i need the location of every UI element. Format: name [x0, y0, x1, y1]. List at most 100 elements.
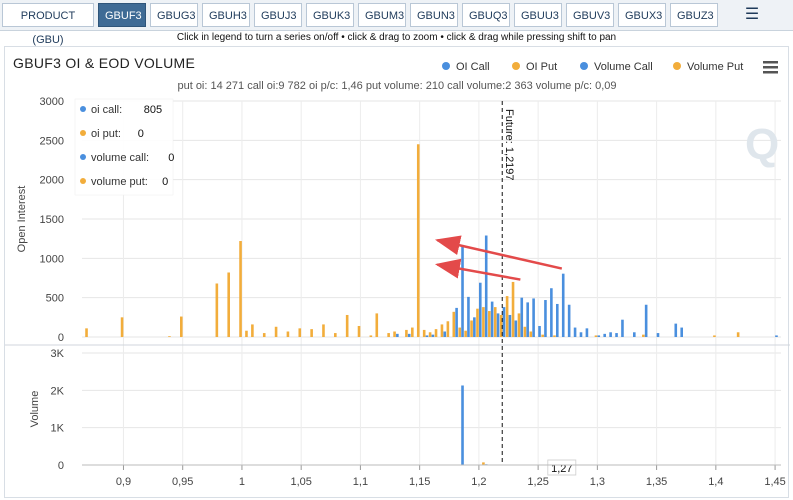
- tab-gbum3[interactable]: GBUM3: [358, 3, 406, 27]
- oi-put-bar[interactable]: [251, 324, 254, 337]
- oi-put-bar[interactable]: [458, 327, 462, 337]
- oi-put-bar[interactable]: [411, 327, 414, 337]
- oi-put-bar[interactable]: [405, 329, 408, 337]
- oi-put-bar[interactable]: [517, 313, 521, 337]
- oi-put-bar[interactable]: [227, 272, 230, 337]
- oi-put-bar[interactable]: [713, 335, 716, 337]
- oi-put-bar[interactable]: [642, 334, 645, 337]
- oi-put-bar[interactable]: [511, 281, 515, 337]
- oi-call-bar[interactable]: [555, 303, 559, 337]
- tab-product-gbu[interactable]: PRODUCT (GBU): [2, 3, 94, 46]
- oi-call-bar[interactable]: [544, 300, 547, 337]
- oi-call-bar[interactable]: [633, 332, 636, 337]
- legend-item-volume-put[interactable]: Volume Put: [687, 61, 743, 73]
- oi-call-bar[interactable]: [538, 325, 541, 337]
- oi-put-bar[interactable]: [505, 296, 509, 337]
- legend-item-volume-call[interactable]: Volume Call: [594, 61, 653, 73]
- oi-put-bar[interactable]: [375, 313, 379, 337]
- tab-gbux3[interactable]: GBUX3: [618, 3, 666, 27]
- oi-put-bar[interactable]: [464, 330, 467, 337]
- oi-put-bar[interactable]: [446, 321, 450, 337]
- oi-call-bar[interactable]: [644, 304, 648, 337]
- oi-call-bar[interactable]: [615, 333, 618, 337]
- legend-marker-0[interactable]: [442, 62, 450, 70]
- legend-marker-3[interactable]: [673, 62, 681, 70]
- oi-put-bar[interactable]: [416, 144, 420, 337]
- export-menu-icon[interactable]: [763, 71, 778, 74]
- oi-call-bar[interactable]: [455, 307, 458, 337]
- oi-call-bar[interactable]: [473, 317, 476, 337]
- oi-put-bar[interactable]: [369, 335, 373, 337]
- tab-gbuf3[interactable]: GBUF3: [98, 3, 146, 27]
- oi-put-bar[interactable]: [215, 283, 219, 337]
- oi-put-bar[interactable]: [482, 307, 485, 337]
- oi-call-bar[interactable]: [467, 296, 470, 337]
- oi-put-bar[interactable]: [476, 308, 479, 337]
- legend-marker-1[interactable]: [512, 62, 520, 70]
- oi-call-bar[interactable]: [585, 328, 589, 337]
- oi-call-bar[interactable]: [496, 313, 500, 337]
- oi-put-bar[interactable]: [274, 326, 278, 337]
- oi-put-bar[interactable]: [262, 333, 266, 337]
- oi-call-bar[interactable]: [573, 327, 577, 337]
- oi-call-bar[interactable]: [621, 319, 624, 337]
- oi-put-bar[interactable]: [488, 311, 491, 337]
- oi-put-bar[interactable]: [334, 333, 337, 337]
- oi-put-bar[interactable]: [85, 328, 88, 337]
- oi-call-bar[interactable]: [425, 335, 429, 337]
- tab-gbuj3[interactable]: GBUJ3: [254, 3, 302, 27]
- oi-call-bar[interactable]: [478, 282, 482, 337]
- oi-call-bar[interactable]: [656, 333, 660, 337]
- oi-call-bar[interactable]: [407, 333, 411, 337]
- oi-call-bar[interactable]: [609, 332, 612, 337]
- oi-call-bar[interactable]: [579, 332, 583, 337]
- oi-put-bar[interactable]: [541, 334, 544, 337]
- oi-put-bar[interactable]: [452, 311, 456, 337]
- oi-put-bar[interactable]: [298, 328, 302, 337]
- oi-put-bar[interactable]: [286, 331, 290, 337]
- volume-call-bar[interactable]: [461, 385, 464, 465]
- oi-put-bar[interactable]: [387, 333, 390, 337]
- tab-gbuu3[interactable]: GBUU3: [514, 3, 562, 27]
- oi-call-bar[interactable]: [514, 320, 518, 337]
- oi-put-bar[interactable]: [422, 329, 426, 337]
- oi-volume-chart[interactable]: GBUF3 OI & EOD VOLUME put oi: 14 271 call…: [5, 47, 790, 499]
- oi-call-bar[interactable]: [532, 298, 535, 337]
- oi-put-bar[interactable]: [245, 330, 248, 337]
- export-menu-icon[interactable]: [763, 66, 778, 69]
- legend-item-oi-put[interactable]: OI Put: [526, 61, 557, 73]
- oi-put-bar[interactable]: [470, 320, 473, 337]
- tab-gbun3[interactable]: GBUN3: [410, 3, 458, 27]
- oi-call-bar[interactable]: [561, 273, 565, 337]
- oi-call-bar[interactable]: [775, 335, 778, 337]
- oi-call-bar[interactable]: [603, 333, 606, 337]
- hamburger-icon[interactable]: ☰: [742, 5, 762, 25]
- export-menu-icon[interactable]: [763, 61, 778, 64]
- tab-gbuh3[interactable]: GBUH3: [202, 3, 250, 27]
- oi-call-bar[interactable]: [508, 314, 512, 337]
- tab-gbuv3[interactable]: GBUV3: [566, 3, 614, 27]
- oi-call-bar[interactable]: [520, 297, 524, 337]
- oi-put-bar[interactable]: [428, 332, 432, 337]
- oi-put-bar[interactable]: [736, 332, 740, 337]
- oi-put-bar[interactable]: [357, 325, 361, 337]
- oi-call-bar[interactable]: [674, 323, 678, 337]
- oi-call-bar[interactable]: [567, 304, 571, 337]
- oi-put-bar[interactable]: [120, 317, 124, 337]
- oi-put-bar[interactable]: [434, 329, 438, 337]
- tab-gbuk3[interactable]: GBUK3: [306, 3, 354, 27]
- tab-gbuz3[interactable]: GBUZ3: [670, 3, 718, 27]
- oi-put-bar[interactable]: [493, 307, 497, 337]
- oi-call-bar[interactable]: [680, 327, 683, 337]
- oi-put-bar[interactable]: [168, 336, 171, 337]
- oi-put-bar[interactable]: [523, 326, 527, 337]
- oi-call-bar[interactable]: [597, 335, 601, 337]
- oi-put-bar[interactable]: [180, 316, 183, 337]
- oi-call-bar[interactable]: [396, 333, 399, 337]
- legend-item-oi-call[interactable]: OI Call: [456, 61, 490, 73]
- oi-call-bar[interactable]: [502, 307, 506, 337]
- oi-put-bar[interactable]: [310, 329, 313, 337]
- oi-put-bar[interactable]: [529, 331, 533, 337]
- oi-put-bar[interactable]: [322, 324, 325, 337]
- legend-marker-2[interactable]: [580, 62, 588, 70]
